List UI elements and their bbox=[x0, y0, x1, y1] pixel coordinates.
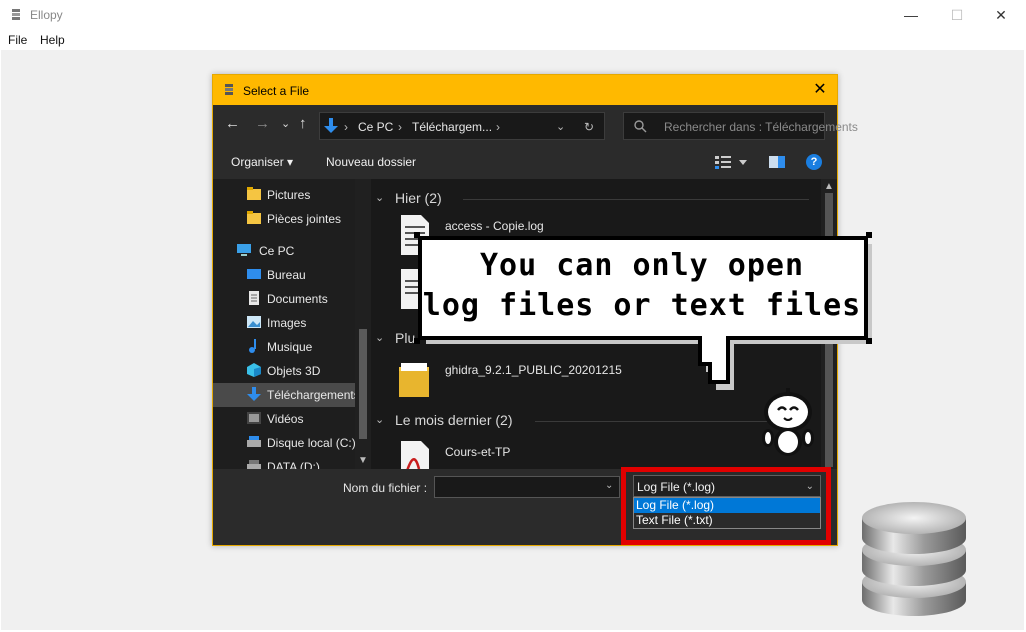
scroll-down-icon[interactable]: ▼ bbox=[358, 455, 368, 466]
search-placeholder: Rechercher dans : Téléchargements bbox=[664, 120, 858, 134]
sidebar-item-bureau[interactable]: Bureau bbox=[213, 263, 355, 287]
chevron-down-icon[interactable]: ⌄ bbox=[375, 413, 384, 426]
sidebar-item-videos[interactable]: Vidéos bbox=[213, 407, 355, 431]
scroll-up-icon[interactable]: ▲ bbox=[824, 181, 834, 192]
sidebar-item-telechargements[interactable]: Téléchargements bbox=[213, 383, 360, 407]
address-bar[interactable]: › Ce PC › Téléchargem... › ⌄ ↻ bbox=[319, 112, 605, 140]
pdf-icon bbox=[401, 441, 429, 469]
chevron-down-icon[interactable]: ⌄ bbox=[556, 120, 565, 133]
downloads-icon bbox=[324, 118, 338, 133]
breadcrumb-separator: › bbox=[398, 120, 402, 134]
scrollbar-thumb[interactable] bbox=[359, 329, 367, 439]
dialog-toolbar: Organiser ▾ Nouveau dossier ? bbox=[213, 145, 837, 179]
search-icon bbox=[634, 120, 647, 133]
group-header-mois-dernier[interactable]: Le mois dernier (2) bbox=[395, 412, 513, 428]
folder-icon bbox=[247, 187, 261, 200]
sidebar-item-pictures[interactable]: Pictures bbox=[213, 183, 355, 207]
file-item-cours-et-tp[interactable]: Cours-et-TP bbox=[395, 441, 795, 469]
navigation-scrollbar[interactable]: ▼ bbox=[355, 179, 371, 469]
app-icon bbox=[12, 9, 20, 20]
breadcrumb-ce-pc[interactable]: Ce PC bbox=[358, 120, 393, 134]
database-icon bbox=[862, 502, 966, 616]
minimize-button[interactable]: — bbox=[888, 0, 934, 30]
filename-label: Nom du fichier : bbox=[343, 481, 428, 495]
videos-icon bbox=[247, 412, 261, 424]
search-box[interactable]: Rechercher dans : Téléchargements bbox=[623, 112, 858, 140]
sidebar-item-documents[interactable]: Documents bbox=[213, 287, 355, 311]
refresh-button[interactable]: ↻ bbox=[584, 120, 594, 134]
organize-button[interactable]: Organiser ▾ bbox=[231, 155, 293, 169]
sidebar-item-disque-c[interactable]: Disque local (C:) bbox=[213, 431, 356, 455]
downloads-icon bbox=[247, 387, 261, 401]
chevron-down-icon[interactable]: ⌄ bbox=[375, 191, 384, 204]
back-button[interactable]: ← bbox=[225, 115, 240, 132]
new-folder-button[interactable]: Nouveau dossier bbox=[326, 155, 416, 169]
drive-icon bbox=[247, 436, 261, 447]
breadcrumb-telechargements[interactable]: Téléchargem... bbox=[412, 120, 492, 134]
folder-icon bbox=[247, 211, 261, 224]
breadcrumb-separator: › bbox=[344, 120, 348, 134]
filename-input[interactable] bbox=[434, 476, 620, 498]
preview-pane-icon[interactable] bbox=[769, 155, 785, 169]
group-header-hier[interactable]: Hier (2) bbox=[395, 190, 442, 206]
menu-file[interactable]: File bbox=[8, 33, 27, 47]
dialog-title: Select a File bbox=[243, 84, 310, 98]
drive-icon bbox=[247, 460, 261, 469]
forward-button[interactable]: → bbox=[255, 115, 270, 132]
window-title: Ellopy bbox=[30, 8, 63, 22]
computer-icon bbox=[237, 244, 251, 256]
navigation-pane: ▲ Pictures Pièces jointes Ce PC Bureau D… bbox=[213, 179, 371, 469]
highlight-box bbox=[621, 467, 831, 545]
navigation-bar: ← → ⌄ ↑ › Ce PC › Téléchargem... › ⌄ ↻ R… bbox=[213, 105, 858, 145]
sidebar-item-objets-3d[interactable]: Objets 3D bbox=[213, 359, 355, 383]
recent-locations-button[interactable]: ⌄ bbox=[281, 117, 290, 130]
sidebar-item-pieces-jointes[interactable]: Pièces jointes bbox=[213, 207, 355, 231]
breadcrumb-separator: › bbox=[496, 120, 500, 134]
sidebar-item-ce-pc[interactable]: Ce PC bbox=[213, 239, 355, 263]
desktop-icon bbox=[247, 269, 261, 279]
dialog-close-button[interactable]: ✕ bbox=[811, 81, 829, 99]
music-icon bbox=[249, 339, 256, 353]
chevron-down-icon[interactable]: ⌄ bbox=[605, 480, 613, 491]
images-icon bbox=[247, 316, 261, 328]
window-titlebar: Ellopy — ☐ ✕ bbox=[0, 0, 1026, 30]
objects3d-icon bbox=[247, 363, 261, 377]
dialog-titlebar: Select a File ✕ bbox=[213, 75, 837, 105]
sidebar-item-musique[interactable]: Musique bbox=[213, 335, 355, 359]
documents-icon bbox=[249, 291, 259, 305]
chevron-down-icon[interactable]: ⌄ bbox=[375, 331, 384, 344]
view-options-icon[interactable] bbox=[715, 154, 749, 170]
maximize-button[interactable]: ☐ bbox=[934, 0, 980, 30]
sidebar-item-data-d[interactable]: DATA (D:) bbox=[213, 455, 355, 469]
speech-bubble-text: You can only open log files or text file… bbox=[422, 248, 862, 323]
help-button[interactable]: ? bbox=[806, 154, 822, 170]
menu-help[interactable]: Help bbox=[40, 33, 65, 47]
menubar: File Help bbox=[0, 30, 1026, 50]
dialog-app-icon bbox=[225, 84, 233, 95]
robot-mascot-icon bbox=[762, 388, 814, 456]
close-button[interactable]: ✕ bbox=[978, 0, 1024, 30]
group-divider bbox=[463, 199, 809, 200]
up-button[interactable]: ↑ bbox=[299, 115, 307, 132]
sidebar-item-images[interactable]: Images bbox=[213, 311, 355, 335]
